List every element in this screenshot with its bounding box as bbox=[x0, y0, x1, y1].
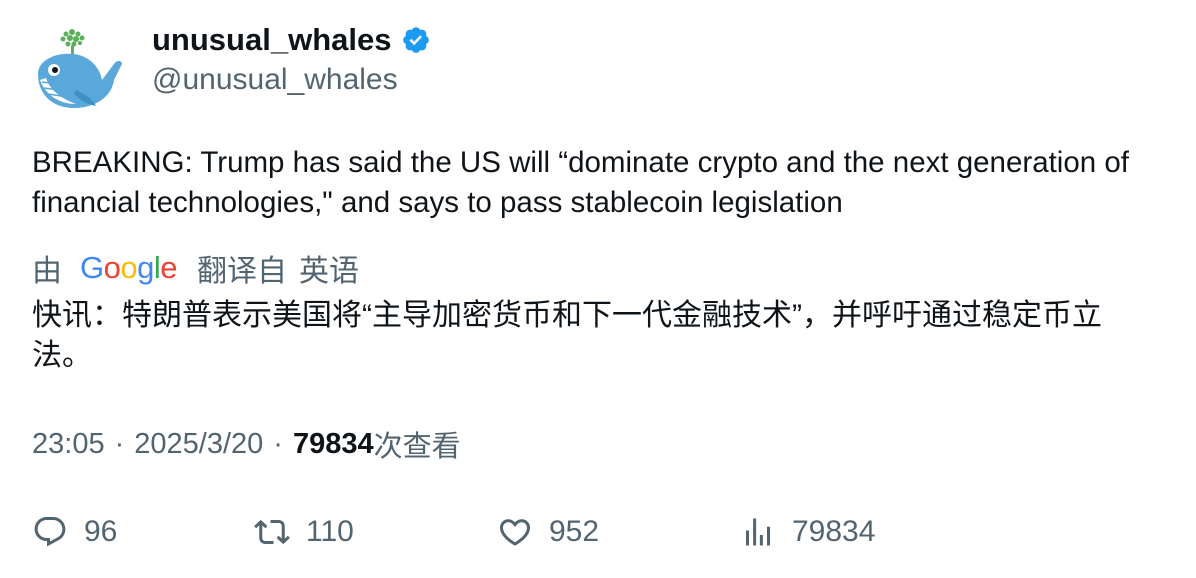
retweet-button[interactable]: 110 bbox=[254, 510, 354, 554]
tweet-time[interactable]: 23:05 bbox=[32, 428, 105, 461]
translation-attribution: 由 Google 翻译自 英语 bbox=[32, 248, 359, 288]
author-display-name[interactable]: unusual_whales bbox=[152, 22, 431, 58]
google-logo-letter: G bbox=[80, 250, 104, 285]
views-action-count: 79834 bbox=[792, 515, 876, 548]
retweet-count: 110 bbox=[306, 515, 354, 548]
tweet-text: BREAKING: Trump has said the US will “do… bbox=[32, 146, 1129, 219]
like-button[interactable]: 952 bbox=[497, 510, 599, 554]
tweet-meta: 23:05 · 2025/3/20 · 79834 次查看 bbox=[32, 424, 461, 464]
heart-icon bbox=[499, 519, 531, 546]
reply-button[interactable]: 96 bbox=[32, 510, 117, 554]
views-button[interactable]: 79834 bbox=[740, 510, 875, 554]
author-handle[interactable]: @unusual_whales bbox=[152, 63, 398, 97]
views-chart-icon bbox=[746, 518, 770, 546]
google-logo-letter: o bbox=[103, 250, 121, 285]
tweet-date[interactable]: 2025/3/20 bbox=[134, 428, 263, 461]
google-logo-letter: e bbox=[160, 250, 178, 285]
like-count: 952 bbox=[549, 515, 600, 548]
reply-count: 96 bbox=[84, 515, 118, 548]
retweet-icon bbox=[254, 519, 290, 545]
translated-text: 快讯：特朗普表示美国将“主导加密货币和下一代金融技术”，并呼吁通过稳定币立法。 bbox=[32, 299, 1102, 372]
google-logo[interactable]: Google bbox=[80, 250, 178, 286]
whale-logo-icon bbox=[38, 29, 122, 108]
avatar[interactable] bbox=[30, 24, 126, 112]
google-logo-letter: g bbox=[137, 250, 154, 285]
translation-by-label: 由 bbox=[32, 255, 62, 288]
verified-badge-icon bbox=[403, 27, 430, 53]
meta-separator: · bbox=[273, 427, 283, 460]
display-name-text: unusual_whales bbox=[152, 22, 392, 57]
meta-separator: · bbox=[114, 427, 125, 460]
google-logo-letter: o bbox=[120, 250, 138, 285]
translated-from-label: 翻译自 bbox=[197, 255, 288, 288]
views-label: 次查看 bbox=[373, 431, 461, 463]
views-count: 79834 bbox=[292, 427, 374, 460]
reply-icon bbox=[34, 517, 66, 547]
source-language: 英语 bbox=[299, 255, 360, 288]
